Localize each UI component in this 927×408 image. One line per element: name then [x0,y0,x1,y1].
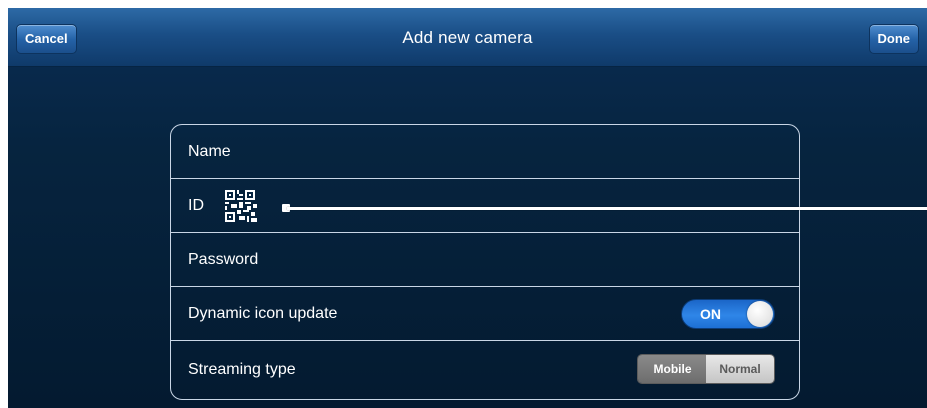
segment-normal[interactable]: Normal [706,355,774,383]
screenshot-frame: Cancel Add new camera Done Name ID Passw… [0,0,927,408]
name-field[interactable]: Name [171,125,799,179]
name-label: Name [188,143,231,160]
toggle-on-label: ON [700,306,721,322]
id-label: ID [188,197,204,214]
id-field[interactable]: ID [171,179,799,233]
toggle-knob [747,301,773,327]
streaming-type-label: Streaming type [188,361,296,378]
streaming-type-segmented-control: Mobile Normal [637,354,775,384]
dynamic-icon-update-row: Dynamic icon update ON [171,287,799,341]
camera-form: Name ID Password Dynamic icon update ON … [170,124,800,400]
qr-code-icon[interactable] [223,190,263,224]
dynamic-icon-update-label: Dynamic icon update [188,305,338,322]
page-title: Add new camera [402,28,533,47]
callout-pointer-line [287,207,927,210]
dynamic-icon-update-toggle[interactable]: ON [681,299,775,329]
segment-mobile[interactable]: Mobile [638,355,708,383]
password-label: Password [188,251,259,268]
done-button[interactable]: Done [868,24,919,54]
navigation-bar: Cancel Add new camera Done [8,8,927,67]
password-field[interactable]: Password [171,233,799,287]
streaming-type-row: Streaming type Mobile Normal [171,341,799,399]
